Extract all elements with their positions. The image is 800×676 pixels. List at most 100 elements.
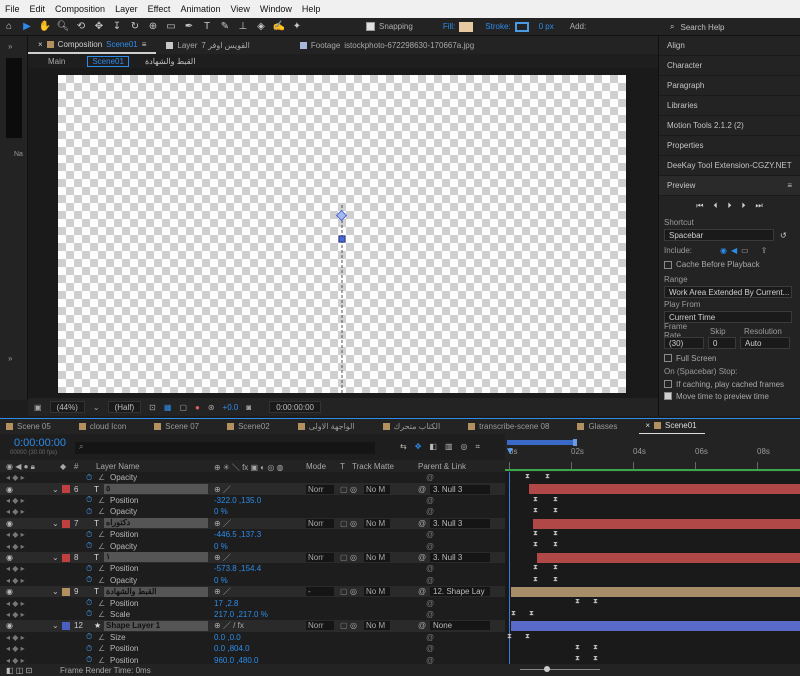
first-frame-icon[interactable]: ⏮ xyxy=(696,201,703,211)
menu-composition[interactable]: Composition xyxy=(50,4,110,14)
layer-row[interactable]: ◉ ⌄ 9 T القبط والشهادة ⊕ ／ - ▢ ◎ No M @ … xyxy=(0,586,505,598)
pickwhip-icon[interactable]: @ xyxy=(418,519,426,528)
channel-icon[interactable]: ● xyxy=(195,403,200,412)
property-row[interactable]: ◂ ◆ ▸ ⏱ ∠ Opacity @ xyxy=(0,472,505,483)
graph-icon[interactable]: ∠ xyxy=(98,542,105,551)
full-screen-checkbox[interactable] xyxy=(664,354,672,362)
track-matte-header[interactable]: Track Matte xyxy=(352,462,394,471)
stopwatch-icon[interactable]: ⏱ xyxy=(86,530,92,540)
home-icon[interactable]: ⌂ xyxy=(2,20,16,34)
keyframe-marker[interactable]: ⧗ xyxy=(553,507,559,514)
mode-header[interactable]: Mode xyxy=(306,462,326,471)
layer-switches[interactable]: ⊕ ／ xyxy=(214,586,231,597)
property-value[interactable]: 0 % xyxy=(214,507,228,516)
property-row[interactable]: ◂ ◆ ▸ ⏱ ∠ Position -573.8 ,154.4 @ xyxy=(0,563,505,574)
tab-composition[interactable]: × Composition Scene01 ≡ xyxy=(28,36,157,54)
blend-mode-dropdown[interactable]: Norr xyxy=(306,518,334,528)
pen-tool-icon[interactable]: ✒ xyxy=(182,20,196,34)
keyframe-marker[interactable]: ⧗ xyxy=(553,496,559,503)
track-matte-dropdown[interactable]: No M xyxy=(364,552,390,562)
stroke-width[interactable]: 0 px xyxy=(539,22,554,31)
preserve-transparency-checkbox[interactable]: ▢ xyxy=(340,485,348,494)
label-color-swatch[interactable] xyxy=(62,588,70,596)
layer-duration-bar[interactable] xyxy=(537,552,800,563)
blend-mode-dropdown[interactable]: Norr xyxy=(306,552,334,562)
layer-tracks[interactable]: ⧗ ⧗ ⧗ ⧗ ⧗ ⧗ ⧗ ⧗ ⧗ ⧗ ⧗ ⧗ ⧗ ⧗ ⧗ ⧗ ⧗ ⧗ ⧗ ⧗ ⧗ ⧗ ⧗ ⧗ xyxy=(505,472,800,664)
time-display[interactable]: 0:00:00:00 xyxy=(269,401,321,413)
keyframe-marker[interactable]: ⧗ xyxy=(533,507,539,514)
keyframe-marker[interactable]: ⧗ xyxy=(553,564,559,571)
timeline-tab-7[interactable]: Glasses xyxy=(571,422,625,431)
label-color-swatch[interactable] xyxy=(62,519,70,528)
add-label[interactable]: Add: xyxy=(570,22,586,31)
keyframe-marker[interactable]: ⧗ xyxy=(511,610,517,617)
parent-dropdown[interactable]: 12. Shape Lay xyxy=(430,587,490,597)
rotate-tool-icon[interactable]: ↻ xyxy=(128,20,142,34)
prev-frame-icon[interactable]: ⏴ xyxy=(714,201,718,211)
layer-duration-bar[interactable] xyxy=(511,621,800,632)
pickwhip-icon[interactable]: @ xyxy=(418,485,426,494)
dolly-camera-icon[interactable]: ↧ xyxy=(110,20,124,34)
next-frame-icon[interactable]: ⏵ xyxy=(742,201,746,211)
property-value[interactable]: 217.0 ,217.0 % xyxy=(214,610,268,619)
keyframe-marker[interactable]: ⧗ xyxy=(575,598,581,605)
expand-chevron-icon[interactable]: ⌄ xyxy=(52,519,59,528)
timeline-tab-5[interactable]: الكتاب متحرك xyxy=(377,422,449,431)
property-value[interactable]: -446.5 ,137.3 xyxy=(214,530,261,539)
property-row[interactable]: ◂ ◆ ▸ ⏱ ∠ Position 17 ,2.8 @ xyxy=(0,597,505,608)
graph-icon[interactable]: ∠ xyxy=(98,496,105,505)
keyframe-marker[interactable]: ⧗ xyxy=(533,541,539,548)
property-value[interactable]: -573.8 ,154.4 xyxy=(214,564,261,573)
parent-dropdown[interactable]: 3. Null 3 xyxy=(430,552,490,562)
property-row[interactable]: ◂ ◆ ▸ ⏱ ∠ Position -322.0 ,135.0 @ xyxy=(0,495,505,506)
shy-layers-icon[interactable]: ◧ xyxy=(429,442,437,452)
brush-tool-icon[interactable]: ✎ xyxy=(218,20,232,34)
menu-view[interactable]: View xyxy=(225,4,254,14)
stroke-swatch[interactable] xyxy=(514,21,529,32)
menu-layer[interactable]: Layer xyxy=(110,4,143,14)
layer-row[interactable]: ◉ ⌄ 8 T ١ ⊕ ／ Norr ▢ ◎ No M @ 3. Null 3 xyxy=(0,551,505,564)
expand-chevron-icon[interactable]: ⌄ xyxy=(52,553,59,562)
selection-tool-icon[interactable]: ▶ xyxy=(20,20,34,34)
expression-pickwhip-icon[interactable]: @ xyxy=(426,576,434,585)
expression-pickwhip-icon[interactable]: @ xyxy=(426,644,434,653)
menu-edit[interactable]: Edit xyxy=(25,4,51,14)
stroke-label[interactable]: Stroke: xyxy=(485,22,510,31)
keyframe-nav-icon[interactable]: ◂ ◆ ▸ xyxy=(6,633,25,642)
panel-align[interactable]: Align xyxy=(659,36,800,56)
menu-icon[interactable]: ≡ xyxy=(787,181,792,190)
puppet-pin-icon[interactable]: ✦ xyxy=(290,20,304,34)
timeline-tab-6[interactable]: transcribe-scene 08 xyxy=(462,422,557,431)
timeline-search-input[interactable]: ⌕ xyxy=(75,442,375,454)
layer-name[interactable]: القبط والشهادة xyxy=(104,586,208,597)
stopwatch-icon[interactable]: ⏱ xyxy=(86,541,92,551)
preserve-transparency-checkbox[interactable]: ▢ xyxy=(340,587,348,596)
pickwhip-icon[interactable]: @ xyxy=(418,621,426,630)
property-value[interactable]: -322.0 ,135.0 xyxy=(214,496,261,505)
cache-before-checkbox[interactable] xyxy=(664,260,672,269)
graph-icon[interactable]: ∠ xyxy=(98,633,105,642)
fill-swatch[interactable] xyxy=(459,21,474,32)
keyframe-marker[interactable]: ⧗ xyxy=(533,530,539,537)
keyframe-nav-icon[interactable]: ◂ ◆ ▸ xyxy=(6,644,25,653)
camera-icon[interactable]: ◙ xyxy=(246,403,251,412)
work-area-bar[interactable] xyxy=(507,440,577,445)
pickwhip-icon[interactable]: @ xyxy=(418,587,426,596)
graph-icon[interactable]: ∠ xyxy=(98,507,105,516)
timeline-tab-3[interactable]: Scene02 xyxy=(221,422,278,431)
parent-dropdown[interactable]: None xyxy=(430,621,490,631)
eye-icon[interactable]: ◉ xyxy=(6,553,13,562)
type-tool-icon[interactable]: T xyxy=(200,20,214,34)
stopwatch-icon[interactable]: ⏱ xyxy=(86,644,92,654)
keyframe-marker[interactable]: ⧗ xyxy=(525,473,531,480)
graph-icon[interactable]: ∠ xyxy=(98,564,105,573)
timeline-tab-1[interactable]: cloud Icon xyxy=(73,422,134,431)
layer-duration-bar[interactable] xyxy=(533,518,800,529)
layer-duration-bar[interactable] xyxy=(529,484,800,495)
panel-collapse-icon[interactable]: » xyxy=(8,354,12,363)
keyframe-marker[interactable]: ⧗ xyxy=(507,633,513,640)
motion-blur-icon[interactable]: ◎ xyxy=(461,442,468,452)
panel-character[interactable]: Character xyxy=(659,56,800,76)
export-icon[interactable]: ⇪ xyxy=(761,246,768,255)
property-row[interactable]: ◂ ◆ ▸ ⏱ ∠ Opacity 0 % @ xyxy=(0,575,505,586)
